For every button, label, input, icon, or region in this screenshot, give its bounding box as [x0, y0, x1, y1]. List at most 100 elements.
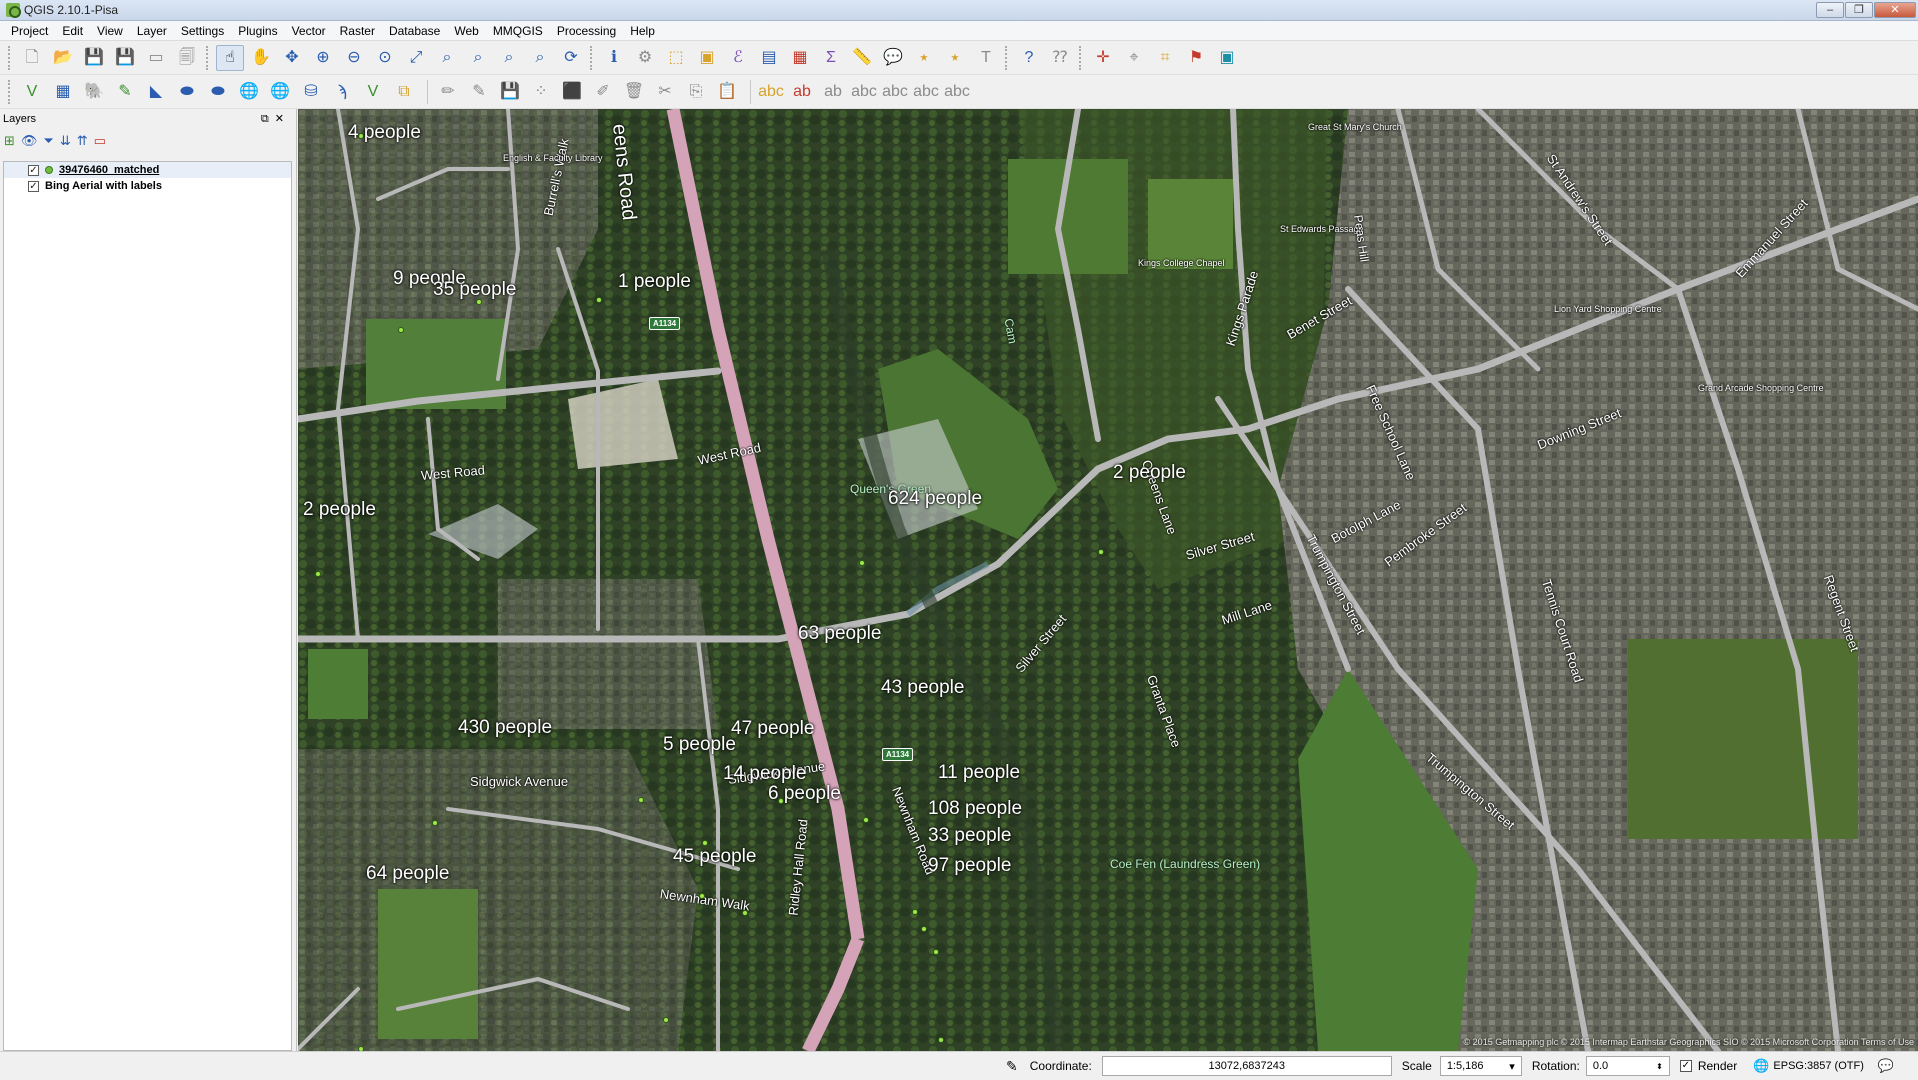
expand-all-icon[interactable]: ⇊ — [60, 133, 71, 149]
rotate-label-icon[interactable]: abc — [912, 79, 940, 105]
identify-icon[interactable]: ℹ — [600, 45, 628, 71]
scale-combobox[interactable]: 1:5,186 ▾ — [1439, 1056, 1522, 1076]
rotation-spinbox[interactable]: 0.0 ⬍ — [1585, 1056, 1670, 1076]
zoom-next-icon[interactable]: ⌕ — [526, 45, 554, 71]
georeferencer-icon[interactable]: ⌗ — [1151, 45, 1179, 71]
menu-help[interactable]: Help — [623, 21, 662, 41]
zoom-native-icon[interactable]: ⊙ — [371, 45, 399, 71]
point-marker[interactable] — [921, 926, 927, 932]
close-button[interactable]: ✕ — [1874, 2, 1916, 18]
open-project-icon[interactable]: 📂 — [49, 45, 77, 71]
new-shapefile-icon[interactable]: V — [359, 79, 387, 105]
toggle-extents-icon[interactable]: ✎ — [1006, 1058, 1018, 1075]
action-icon[interactable]: ⚙ — [631, 45, 659, 71]
point-marker[interactable] — [699, 893, 705, 899]
node-tool-icon[interactable]: ✐ — [589, 79, 617, 105]
point-marker[interactable] — [663, 1017, 669, 1023]
point-marker[interactable] — [938, 1037, 944, 1043]
highlight-pinned-labels-icon[interactable]: ab — [819, 79, 847, 105]
layer-item-matched[interactable]: ✓ 39476460_matched — [4, 162, 291, 178]
zoom-full-icon[interactable]: ⤢ — [402, 45, 430, 71]
add-mssql-layer-icon[interactable]: ◣ — [142, 79, 170, 105]
zoom-selection-icon[interactable]: ⌕ — [433, 45, 461, 71]
current-edits-icon[interactable]: ✏ — [434, 79, 462, 105]
manage-visibility-icon[interactable]: 👁 — [21, 133, 38, 149]
menu-settings[interactable]: Settings — [174, 21, 231, 41]
add-postgis-layer-icon[interactable]: 🐘 — [80, 79, 108, 105]
zoom-layer-icon[interactable]: ⌕ — [464, 45, 492, 71]
point-marker[interactable] — [596, 297, 602, 303]
add-oracle-layer-icon[interactable]: ⬬ — [204, 79, 232, 105]
menu-edit[interactable]: Edit — [55, 21, 90, 41]
layer-labeling-icon[interactable]: abc — [757, 79, 785, 105]
delete-selected-icon[interactable]: 🗑 — [620, 79, 648, 105]
point-marker[interactable] — [398, 327, 404, 333]
measure-line-icon[interactable]: 📏 — [848, 45, 876, 71]
point-marker[interactable] — [933, 949, 939, 955]
add-spatialite-layer-icon[interactable]: ✎ — [111, 79, 139, 105]
point-marker[interactable] — [1098, 549, 1104, 555]
menu-view[interactable]: View — [90, 21, 130, 41]
add-raster-layer-icon[interactable]: ▦ — [49, 79, 77, 105]
coordinate-field[interactable]: 13072,6837243 — [1101, 1056, 1392, 1076]
menu-raster[interactable]: Raster — [333, 21, 382, 41]
statistical-summary-icon[interactable]: Σ — [817, 45, 845, 71]
pan-map-icon[interactable]: ✋ — [247, 45, 275, 71]
map-canvas[interactable]: A1134 A1134 eens Road West Road West Roa… — [298, 109, 1918, 1051]
toggle-editing-icon[interactable]: ✎ — [465, 79, 493, 105]
label-pin-icon[interactable]: ab — [788, 79, 816, 105]
zoom-last-icon[interactable]: ⌕ — [495, 45, 523, 71]
menu-project[interactable]: Project — [4, 21, 55, 41]
menu-database[interactable]: Database — [382, 21, 447, 41]
whats-this-icon[interactable]: ⁇ — [1046, 45, 1074, 71]
layer-item-bing[interactable]: ✓ Bing Aerial with labels — [4, 178, 291, 194]
point-marker[interactable] — [742, 910, 748, 916]
close-panel-icon[interactable]: ✕ — [275, 113, 290, 125]
select-by-expression-icon[interactable]: ℰ — [724, 45, 752, 71]
menu-mmqgis[interactable]: MMQGIS — [486, 21, 550, 41]
copy-features-icon[interactable]: ⎘ — [682, 79, 710, 105]
crs-status[interactable]: EPSG:3857 (OTF) — [1773, 1060, 1863, 1072]
layer-visibility-checkbox[interactable]: ✓ — [28, 180, 39, 192]
float-panel-icon[interactable]: ⧉ — [261, 113, 275, 125]
deselect-icon[interactable]: ▣ — [693, 45, 721, 71]
help-contents-icon[interactable]: ? — [1015, 45, 1043, 71]
add-delimited-text-icon[interactable]: ϡ — [328, 79, 356, 105]
save-edits-icon[interactable]: 💾 — [496, 79, 524, 105]
point-marker[interactable] — [863, 817, 869, 823]
layer-visibility-checkbox[interactable]: ✓ — [28, 164, 39, 176]
point-marker[interactable] — [859, 560, 865, 566]
composer-manager-icon[interactable]: 🗐 — [173, 45, 201, 71]
menu-plugins[interactable]: Plugins — [231, 21, 284, 41]
menu-processing[interactable]: Processing — [550, 21, 623, 41]
add-feature-icon[interactable]: ⁘ — [527, 79, 555, 105]
menu-layer[interactable]: Layer — [130, 21, 174, 41]
collapse-all-icon[interactable]: ⇈ — [77, 133, 88, 149]
paste-features-icon[interactable]: 📋 — [713, 79, 741, 105]
attribute-table-icon[interactable]: ▤ — [755, 45, 783, 71]
add-db2-layer-icon[interactable]: ⬬ — [173, 79, 201, 105]
render-checkbox[interactable]: ✓ — [1679, 1060, 1692, 1072]
add-wfs-layer-icon[interactable]: ⛁ — [297, 79, 325, 105]
touch-zoom-pan-icon[interactable]: ☝ — [216, 44, 244, 71]
field-calculator-icon[interactable]: ▦ — [786, 45, 814, 71]
change-label-icon[interactable]: abc — [943, 79, 971, 105]
remove-layer-icon[interactable]: ▭ — [94, 133, 106, 149]
coordinate-capture-icon[interactable]: ✛ — [1089, 45, 1117, 71]
save-project-icon[interactable]: 💾 — [80, 45, 108, 71]
point-marker[interactable] — [912, 909, 918, 915]
restore-button[interactable]: ❐ — [1845, 2, 1873, 18]
cut-features-icon[interactable]: ✂ — [651, 79, 679, 105]
show-hide-labels-icon[interactable]: abc — [850, 79, 878, 105]
zoom-out-icon[interactable]: ⊖ — [340, 45, 368, 71]
menu-vector[interactable]: Vector — [285, 21, 333, 41]
pan-to-selection-icon[interactable]: ✥ — [278, 45, 306, 71]
add-vector-layer-icon[interactable]: V — [18, 79, 46, 105]
plugin-tool-icon[interactable]: ⚑ — [1182, 45, 1210, 71]
point-marker[interactable] — [315, 571, 321, 577]
messages-icon[interactable]: 💬 — [1878, 1058, 1894, 1074]
show-bookmarks-icon[interactable]: ⭑ — [941, 45, 969, 71]
map-tips-icon[interactable]: 💬 — [879, 45, 907, 71]
move-feature-icon[interactable]: ⬛ — [558, 79, 586, 105]
openlayers-plugin-icon[interactable]: ▣ — [1213, 45, 1241, 71]
